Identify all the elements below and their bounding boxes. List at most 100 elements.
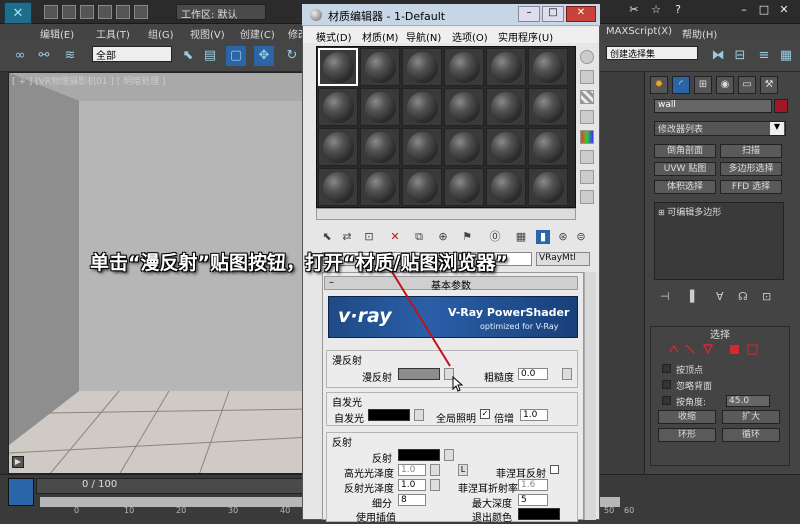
chevron-down-icon[interactable]: ▼ — [770, 122, 784, 135]
create-tab-icon[interactable]: ✹ — [650, 76, 668, 94]
roughness-field[interactable]: 0.0 — [518, 368, 548, 380]
sample-slot[interactable] — [528, 168, 568, 206]
open-file-icon[interactable] — [62, 5, 76, 19]
sample-slot[interactable] — [318, 48, 358, 86]
go-to-parent-icon[interactable]: ⊛ — [556, 230, 570, 244]
hierarchy-tab-icon[interactable]: ⊞ — [694, 76, 712, 94]
by-vertex-checkbox[interactable] — [662, 364, 671, 373]
sample-slot[interactable] — [402, 128, 442, 166]
workspace-dropdown[interactable]: 工作区: 默认 — [176, 4, 266, 21]
reset-map-icon[interactable]: ✕ — [388, 230, 402, 244]
selection-rollout-title[interactable]: 选择 — [650, 326, 790, 341]
reflect-map-button[interactable] — [444, 449, 454, 461]
max-depth-field[interactable]: 5 — [518, 494, 548, 506]
show-end-result-me-icon[interactable]: ▮ — [536, 230, 550, 244]
material-type-button[interactable]: VRayMtl — [536, 252, 590, 266]
multiplier-field[interactable]: 1.0 — [520, 409, 548, 421]
go-forward-sibling-icon[interactable]: ⊜ — [574, 230, 588, 244]
me-close-icon[interactable]: ✕ — [566, 6, 596, 22]
select-by-name-icon[interactable]: ▤ — [200, 46, 220, 66]
sample-slot[interactable] — [486, 88, 526, 126]
menu-help[interactable]: 帮助(H) — [682, 26, 717, 41]
link-icon[interactable]: ∞ — [10, 46, 30, 66]
menu-create[interactable]: 创建(C) — [240, 26, 275, 41]
sample-slot[interactable] — [318, 168, 358, 206]
video-color-check-icon[interactable] — [580, 130, 594, 144]
get-material-icon[interactable]: ⬉ — [320, 230, 334, 244]
mirror-icon[interactable]: ⧓ — [708, 46, 728, 66]
show-shaded-icon[interactable]: ▦ — [514, 230, 528, 244]
fresnel-ior-field[interactable]: 1.6 — [518, 479, 548, 491]
fresnel-checkbox[interactable] — [550, 465, 559, 474]
sample-slot[interactable] — [444, 88, 484, 126]
stack-item-editable-poly[interactable]: ⊞ 可编辑多边形 — [658, 205, 721, 218]
show-end-result-icon[interactable]: ▌ — [690, 290, 698, 303]
tools-icon[interactable]: ✂ — [626, 2, 642, 18]
pin-stack-icon[interactable]: ⊣ — [660, 290, 670, 303]
bind-spacewarp-icon[interactable]: ≋ — [60, 46, 80, 66]
subobject-level-icons[interactable] — [668, 342, 768, 356]
redo-icon[interactable] — [116, 5, 130, 19]
object-name-field[interactable]: wall — [654, 99, 772, 113]
named-selection-dropdown[interactable]: 创建选择集 — [606, 46, 698, 60]
by-angle-checkbox[interactable] — [662, 396, 671, 405]
put-to-library-icon[interactable]: ⚑ — [460, 230, 474, 244]
poly-select-button[interactable]: 多边形选择 — [720, 162, 782, 176]
selection-filter-dropdown[interactable]: 全部 — [92, 46, 172, 62]
sample-slot[interactable] — [402, 168, 442, 206]
sample-slot[interactable] — [486, 128, 526, 166]
graphite-icon[interactable]: ▦ — [776, 46, 796, 66]
bevel-profile-button[interactable]: 倒角剖面 — [654, 144, 716, 158]
layer-icon[interactable]: ≡ — [754, 46, 774, 66]
close-icon[interactable]: ✕ — [776, 2, 792, 18]
sample-type-icon[interactable] — [580, 50, 594, 64]
lock-button[interactable]: L — [458, 464, 468, 476]
sample-slot[interactable] — [360, 48, 400, 86]
options-icon[interactable] — [580, 170, 594, 184]
maximize-icon[interactable]: □ — [756, 2, 772, 18]
me-menu-navigation[interactable]: 导航(N) — [406, 29, 441, 44]
material-id-icon[interactable]: ⓪ — [488, 230, 502, 244]
object-color-swatch[interactable] — [774, 99, 788, 113]
unlink-icon[interactable]: ⚯ — [34, 46, 54, 66]
params-scrollbar[interactable] — [584, 272, 596, 520]
make-preview-icon[interactable] — [580, 150, 594, 164]
motion-tab-icon[interactable]: ◉ — [716, 76, 734, 94]
display-tab-icon[interactable]: ▭ — [738, 76, 756, 94]
save-file-icon[interactable] — [80, 5, 94, 19]
by-angle-field[interactable]: 45.0 — [726, 395, 770, 407]
play-arrow-icon[interactable]: ▶ — [12, 456, 24, 468]
sample-slot[interactable] — [360, 168, 400, 206]
move-icon[interactable]: ✥ — [254, 46, 274, 66]
me-menu-mode[interactable]: 模式(D) — [316, 29, 352, 44]
new-file-icon[interactable] — [44, 5, 58, 19]
sample-slot[interactable] — [486, 168, 526, 206]
sample-slots-scrollbar[interactable] — [316, 208, 576, 220]
menu-maxscript[interactable]: MAXScript(X) — [606, 26, 672, 37]
sample-slot[interactable] — [444, 48, 484, 86]
me-maximize-icon[interactable]: □ — [542, 6, 564, 22]
hilight-gloss-field[interactable]: 1.0 — [398, 464, 426, 476]
time-slider[interactable] — [36, 478, 306, 494]
ring-button[interactable]: 环形 — [658, 428, 716, 442]
me-menu-material[interactable]: 材质(M) — [362, 29, 398, 44]
backlight-icon[interactable] — [580, 70, 594, 84]
select-object-icon[interactable]: ⬉ — [178, 46, 198, 66]
rotate-icon[interactable]: ↻ — [282, 46, 302, 66]
refl-gloss-field[interactable]: 1.0 — [398, 479, 426, 491]
sample-slot[interactable] — [528, 88, 568, 126]
uvw-map-button[interactable]: UVW 贴图 — [654, 162, 716, 176]
me-menu-options[interactable]: 选项(O) — [452, 29, 488, 44]
sample-slot[interactable] — [402, 88, 442, 126]
modify-tab-icon[interactable]: ◜ — [672, 76, 690, 94]
loop-button[interactable]: 循环 — [722, 428, 780, 442]
select-by-material-icon[interactable] — [580, 190, 594, 204]
help-icon[interactable]: ? — [670, 2, 686, 18]
minimize-icon[interactable]: – — [736, 2, 752, 18]
background-icon[interactable] — [580, 90, 594, 104]
sample-slot[interactable] — [318, 128, 358, 166]
menu-edit[interactable]: 编辑(E) — [40, 26, 74, 41]
sample-slot[interactable] — [528, 128, 568, 166]
selfillum-color-swatch[interactable] — [368, 409, 410, 421]
sample-slot[interactable] — [444, 128, 484, 166]
